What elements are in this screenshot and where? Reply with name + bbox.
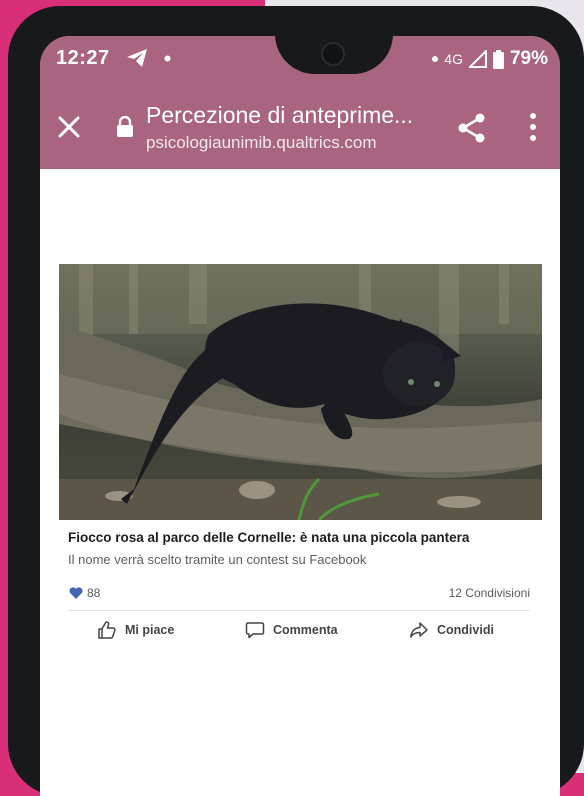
- share-icon[interactable]: [456, 112, 488, 144]
- page-title: Percezione di anteprime...: [146, 102, 414, 128]
- signal-icon: [468, 50, 487, 68]
- share-label: Condividi: [437, 623, 494, 637]
- battery-level: 79%: [509, 48, 548, 69]
- comment-label: Commenta: [273, 623, 338, 637]
- status-time: 12:27: [56, 47, 110, 69]
- status-right: 4G 79%: [432, 48, 548, 70]
- like-button[interactable]: Mi piace: [97, 620, 174, 640]
- close-icon[interactable]: [56, 114, 82, 140]
- lock-icon: [117, 116, 133, 137]
- telegram-icon: [127, 49, 147, 67]
- likes-summary[interactable]: 88: [69, 586, 100, 600]
- panther-photo: [59, 264, 542, 520]
- phone-frame: 12:27 4G 79% Percezione di anteprime... …: [8, 6, 584, 796]
- notification-dot-icon: [432, 56, 439, 62]
- post-subheadline: Il nome verrà scelto tramite un contest …: [68, 552, 367, 567]
- like-label: Mi piace: [125, 623, 175, 637]
- network-type: 4G: [444, 51, 463, 67]
- post-headline[interactable]: Fiocco rosa al parco delle Cornelle: è n…: [68, 530, 469, 545]
- share-post-button[interactable]: Condividi: [409, 620, 494, 640]
- battery-icon: [492, 49, 504, 69]
- likes-count: 88: [87, 586, 101, 600]
- post-image-panther[interactable]: [59, 264, 542, 520]
- title-row: Percezione di anteprime... psicologiauni…: [40, 100, 560, 158]
- shares-count[interactable]: 12 Condivisioni: [449, 586, 530, 600]
- browser-app-bar: 12:27 4G 79% Percezione di anteprime... …: [40, 36, 560, 169]
- notification-dot-icon: [164, 55, 171, 62]
- divider: [68, 610, 530, 611]
- forward-icon: [410, 622, 428, 638]
- comment-button[interactable]: Commenta: [245, 620, 338, 640]
- more-vert-icon[interactable]: [528, 112, 538, 142]
- page-url: psicologiaunimib.qualtrics.com: [146, 133, 377, 152]
- post-actions: Mi piace Commenta Condividi: [59, 620, 542, 648]
- thumbs-up-icon: [98, 621, 116, 639]
- comment-icon: [245, 622, 265, 639]
- phone-screen: 12:27 4G 79% Percezione di anteprime... …: [40, 36, 560, 796]
- front-camera: [321, 42, 345, 66]
- camera-notch: [275, 36, 393, 74]
- heart-icon: [69, 587, 83, 599]
